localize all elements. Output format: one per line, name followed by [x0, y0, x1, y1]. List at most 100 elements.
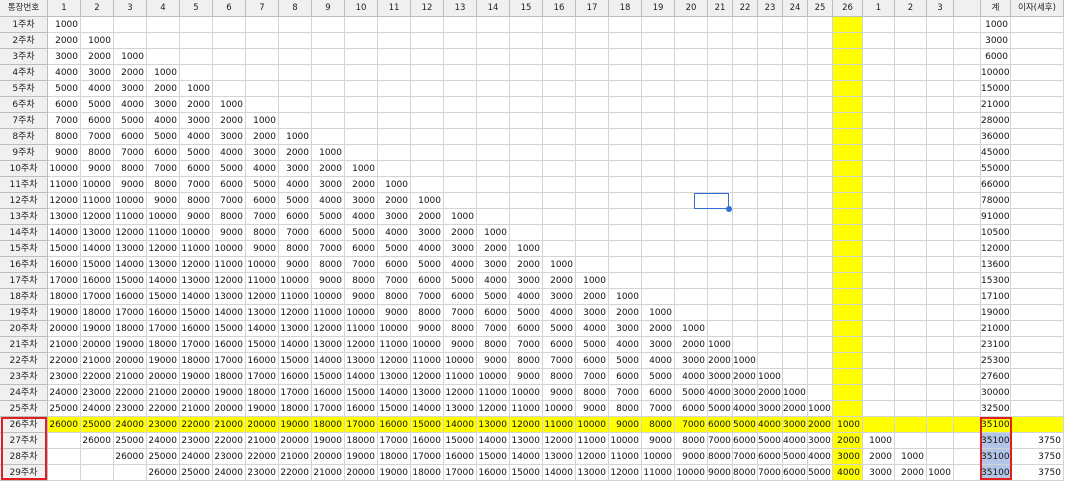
grid-cell[interactable]: 5000 — [444, 273, 477, 289]
grid-cell[interactable] — [708, 321, 733, 337]
grid-cell[interactable]: 14000 — [246, 321, 279, 337]
grid-cell[interactable]: 14000 — [411, 401, 444, 417]
grid-cell[interactable] — [576, 177, 609, 193]
grid-cell[interactable]: 10000 — [279, 273, 312, 289]
grid-cell[interactable]: 8000 — [246, 225, 279, 241]
grid-cell[interactable]: 4000 — [675, 369, 708, 385]
row-header[interactable]: 10주차 — [0, 161, 48, 177]
grid-cell[interactable] — [895, 257, 927, 273]
grid-cell[interactable]: 16000 — [147, 305, 180, 321]
grid-cell[interactable]: 15000 — [114, 273, 147, 289]
grid-cell[interactable]: 9000 — [213, 225, 246, 241]
column-header[interactable]: 1 — [48, 0, 81, 17]
grid-cell[interactable] — [895, 433, 927, 449]
grid-cell[interactable]: 13000 — [279, 321, 312, 337]
grid-cell[interactable] — [576, 33, 609, 49]
grid-cell[interactable]: 20000 — [180, 385, 213, 401]
grid-cell[interactable] — [510, 193, 543, 209]
grid-cell[interactable]: 15000 — [510, 465, 543, 481]
grid-cell[interactable]: 19000 — [345, 449, 378, 465]
grid-cell[interactable] — [708, 273, 733, 289]
column-header[interactable]: 20 — [675, 0, 708, 17]
grid-cell[interactable]: 1000 — [733, 353, 758, 369]
grid-cell[interactable]: 6000 — [444, 289, 477, 305]
grid-cell[interactable]: 5000 — [758, 433, 783, 449]
grid-cell[interactable]: 3000 — [246, 145, 279, 161]
grid-cell[interactable]: 18000 — [246, 385, 279, 401]
grid-cell[interactable]: 5000 — [48, 81, 81, 97]
grid-cell[interactable] — [783, 145, 808, 161]
grid-cell[interactable]: 1000 — [808, 401, 833, 417]
interest-cell[interactable] — [1011, 401, 1064, 417]
grid-cell[interactable] — [895, 193, 927, 209]
grid-cell[interactable]: 3000 — [279, 161, 312, 177]
grid-cell[interactable] — [927, 353, 954, 369]
grid-cell[interactable] — [543, 177, 576, 193]
grid-cell[interactable] — [345, 97, 378, 113]
grid-cell[interactable] — [954, 161, 981, 177]
grid-cell[interactable]: 16000 — [444, 449, 477, 465]
grid-cell[interactable]: 4000 — [510, 289, 543, 305]
grid-cell[interactable]: 11000 — [378, 337, 411, 353]
grid-cell[interactable] — [758, 17, 783, 33]
grid-cell[interactable] — [783, 209, 808, 225]
column-header[interactable]: 25 — [808, 0, 833, 17]
grid-cell[interactable]: 15000 — [48, 241, 81, 257]
grid-cell[interactable] — [863, 209, 895, 225]
grid-cell[interactable] — [246, 97, 279, 113]
grid-cell[interactable] — [833, 129, 863, 145]
grid-cell[interactable] — [642, 129, 675, 145]
column-header[interactable]: 24 — [783, 0, 808, 17]
grid-cell[interactable]: 3000 — [642, 337, 675, 353]
grid-cell[interactable] — [783, 241, 808, 257]
grid-cell[interactable]: 6000 — [543, 337, 576, 353]
column-header[interactable]: 18 — [609, 0, 642, 17]
grid-cell[interactable] — [510, 97, 543, 113]
grid-cell[interactable]: 12000 — [81, 209, 114, 225]
grid-cell[interactable]: 11000 — [510, 401, 543, 417]
grid-cell[interactable] — [863, 97, 895, 113]
grid-cell[interactable]: 1000 — [510, 241, 543, 257]
grid-cell[interactable] — [833, 33, 863, 49]
grid-cell[interactable]: 11000 — [81, 193, 114, 209]
grid-cell[interactable]: 11000 — [444, 369, 477, 385]
grid-cell[interactable] — [733, 177, 758, 193]
total-cell[interactable]: 36000 — [981, 129, 1011, 145]
grid-cell[interactable]: 16000 — [81, 273, 114, 289]
grid-cell[interactable]: 2000 — [783, 401, 808, 417]
grid-cell[interactable]: 5000 — [783, 449, 808, 465]
grid-cell[interactable]: 2000 — [411, 209, 444, 225]
interest-cell[interactable] — [1011, 145, 1064, 161]
grid-cell[interactable]: 3000 — [758, 401, 783, 417]
grid-cell[interactable]: 15000 — [81, 257, 114, 273]
grid-cell[interactable] — [758, 161, 783, 177]
grid-cell[interactable] — [246, 65, 279, 81]
grid-cell[interactable]: 17000 — [279, 385, 312, 401]
grid-cell[interactable] — [642, 33, 675, 49]
grid-cell[interactable] — [733, 129, 758, 145]
grid-cell[interactable]: 12000 — [279, 305, 312, 321]
grid-cell[interactable] — [510, 225, 543, 241]
grid-cell[interactable] — [642, 49, 675, 65]
grid-cell[interactable] — [863, 129, 895, 145]
grid-cell[interactable]: 8000 — [279, 241, 312, 257]
grid-cell[interactable]: 14000 — [378, 385, 411, 401]
grid-cell[interactable]: 25000 — [114, 433, 147, 449]
grid-cell[interactable]: 12000 — [114, 225, 147, 241]
grid-cell[interactable]: 7000 — [180, 177, 213, 193]
grid-cell[interactable]: 7000 — [708, 433, 733, 449]
total-cell[interactable]: 153000 — [981, 273, 1011, 289]
grid-cell[interactable]: 9000 — [477, 353, 510, 369]
grid-cell[interactable]: 12000 — [180, 257, 213, 273]
grid-cell[interactable] — [783, 113, 808, 129]
grid-cell[interactable] — [808, 65, 833, 81]
grid-cell[interactable]: 2000 — [675, 337, 708, 353]
grid-cell[interactable]: 6000 — [642, 385, 675, 401]
grid-cell[interactable]: 13000 — [444, 401, 477, 417]
grid-cell[interactable] — [708, 129, 733, 145]
grid-cell[interactable] — [510, 129, 543, 145]
grid-cell[interactable]: 17000 — [312, 401, 345, 417]
grid-cell[interactable]: 13000 — [48, 209, 81, 225]
grid-cell[interactable] — [758, 257, 783, 273]
grid-cell[interactable] — [312, 113, 345, 129]
